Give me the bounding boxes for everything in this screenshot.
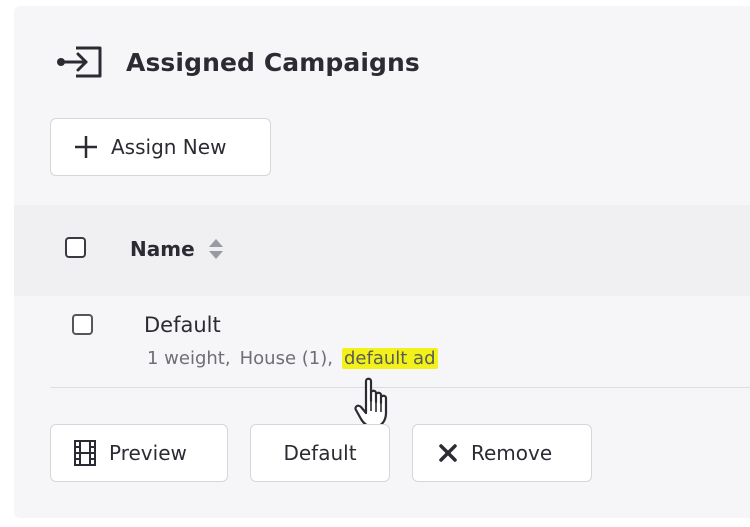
row-checkbox[interactable] (72, 314, 93, 335)
column-header-name[interactable]: Name (130, 236, 225, 262)
remove-label: Remove (471, 441, 553, 465)
x-icon (439, 444, 457, 462)
select-all-checkbox[interactable] (65, 237, 86, 258)
film-icon (74, 440, 96, 466)
section-header: Assigned Campaigns (56, 44, 420, 80)
plus-icon (75, 136, 97, 158)
assign-new-label: Assign New (111, 135, 227, 159)
campaign-meta: 1 weight, House (1), default ad (147, 348, 438, 369)
column-header-label: Name (130, 237, 195, 261)
campaign-ad-highlighted: default ad (341, 348, 438, 369)
campaign-name: Default (144, 313, 221, 337)
default-button[interactable]: Default (250, 424, 390, 482)
hand-pointer-icon (354, 377, 388, 429)
sign-in-icon (57, 46, 102, 78)
table-header: Name (14, 205, 750, 296)
preview-button[interactable]: Preview (50, 424, 228, 482)
remove-button[interactable]: Remove (412, 424, 592, 482)
campaign-advertiser: House (1) (239, 348, 328, 369)
assign-new-button[interactable]: Assign New (50, 118, 271, 176)
default-label: Default (283, 441, 357, 465)
table-row[interactable]: Default 1 weight, House (1), default ad (50, 296, 750, 388)
campaign-weight: 1 weight (147, 348, 225, 369)
preview-label: Preview (109, 441, 187, 465)
page-title: Assigned Campaigns (126, 47, 420, 77)
sort-icon[interactable] (207, 236, 225, 262)
